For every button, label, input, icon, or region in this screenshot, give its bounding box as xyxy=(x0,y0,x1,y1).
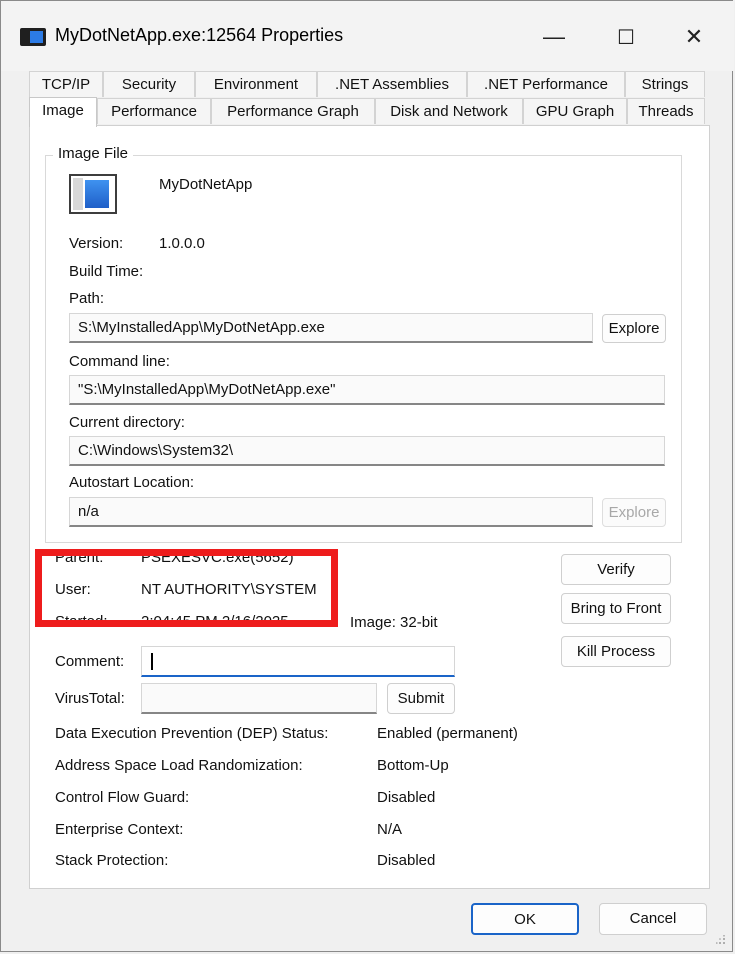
properties-window: MyDotNetApp.exe:12564 Properties — ☐ ✕ T… xyxy=(0,0,734,952)
tab-performance[interactable]: Performance xyxy=(97,98,211,124)
title-bar[interactable]: MyDotNetApp.exe:12564 Properties — ☐ ✕ xyxy=(1,1,734,71)
cancel-button[interactable]: Cancel xyxy=(599,903,707,935)
path-field[interactable]: S:\MyInstalledApp\MyDotNetApp.exe xyxy=(69,313,593,343)
version-label: Version: xyxy=(69,235,124,252)
virustotal-label: VirusTotal: xyxy=(55,690,125,707)
tab-gpu-graph[interactable]: GPU Graph xyxy=(523,98,627,124)
cfg-label: Control Flow Guard: xyxy=(55,789,190,806)
tab-threads[interactable]: Threads xyxy=(627,98,705,124)
tab-environment[interactable]: Environment xyxy=(195,71,317,97)
enterprise-context-value: N/A xyxy=(377,821,403,838)
submit-button[interactable]: Submit xyxy=(387,683,455,714)
tab-security[interactable]: Security xyxy=(103,71,195,97)
tab-image[interactable]: Image xyxy=(29,97,97,127)
image-file-group-label: Image File xyxy=(53,145,134,162)
tab-performance-graph[interactable]: Performance Graph xyxy=(211,98,375,124)
close-button[interactable]: ✕ xyxy=(671,15,717,59)
bring-to-front-button[interactable]: Bring to Front xyxy=(561,593,671,624)
tab-disk-network[interactable]: Disk and Network xyxy=(375,98,523,124)
tab-tcpip[interactable]: TCP/IP xyxy=(29,71,103,97)
version-value: 1.0.0.0 xyxy=(159,235,205,252)
stack-protection-label: Stack Protection: xyxy=(55,852,169,869)
window-app-icon xyxy=(20,28,46,46)
app-name: MyDotNetApp xyxy=(159,176,253,193)
explore-autostart-button[interactable]: Explore xyxy=(602,498,666,527)
stack-protection-value: Disabled xyxy=(377,852,436,869)
kill-process-button[interactable]: Kill Process xyxy=(561,636,671,667)
path-label: Path: xyxy=(69,290,105,307)
aslr-label: Address Space Load Randomization: xyxy=(55,757,303,774)
current-directory-label: Current directory: xyxy=(69,414,185,431)
autostart-field[interactable]: n/a xyxy=(69,497,593,527)
build-time-label: Build Time: xyxy=(69,263,144,280)
comment-label: Comment: xyxy=(55,653,125,670)
aslr-value: Bottom-Up xyxy=(377,757,449,774)
resize-grip-icon[interactable] xyxy=(716,935,726,945)
executable-icon xyxy=(69,174,117,214)
text-caret xyxy=(151,653,153,670)
user-highlight-box xyxy=(35,549,338,627)
comment-input[interactable] xyxy=(141,646,455,677)
minimize-button[interactable]: — xyxy=(531,15,577,59)
maximize-button[interactable]: ☐ xyxy=(603,15,649,59)
explore-path-button[interactable]: Explore xyxy=(602,314,666,343)
ok-button[interactable]: OK xyxy=(471,903,579,935)
virustotal-field[interactable] xyxy=(141,683,377,714)
tab-strings[interactable]: Strings xyxy=(625,71,705,97)
image-bitness: Image: 32-bit xyxy=(350,614,438,631)
dep-status-value: Enabled (permanent) xyxy=(377,725,518,742)
tab-net-performance[interactable]: .NET Performance xyxy=(467,71,625,97)
command-line-field[interactable]: "S:\MyInstalledApp\MyDotNetApp.exe" xyxy=(69,375,665,405)
enterprise-context-label: Enterprise Context: xyxy=(55,821,184,838)
command-line-label: Command line: xyxy=(69,353,170,370)
tab-net-assemblies[interactable]: .NET Assemblies xyxy=(317,71,467,97)
dep-status-label: Data Execution Prevention (DEP) Status: xyxy=(55,725,329,742)
cfg-value: Disabled xyxy=(377,789,436,806)
autostart-label: Autostart Location: xyxy=(69,474,195,491)
current-directory-field[interactable]: C:\Windows\System32\ xyxy=(69,436,665,466)
window-title: MyDotNetApp.exe:12564 Properties xyxy=(55,25,344,45)
verify-button[interactable]: Verify xyxy=(561,554,671,585)
